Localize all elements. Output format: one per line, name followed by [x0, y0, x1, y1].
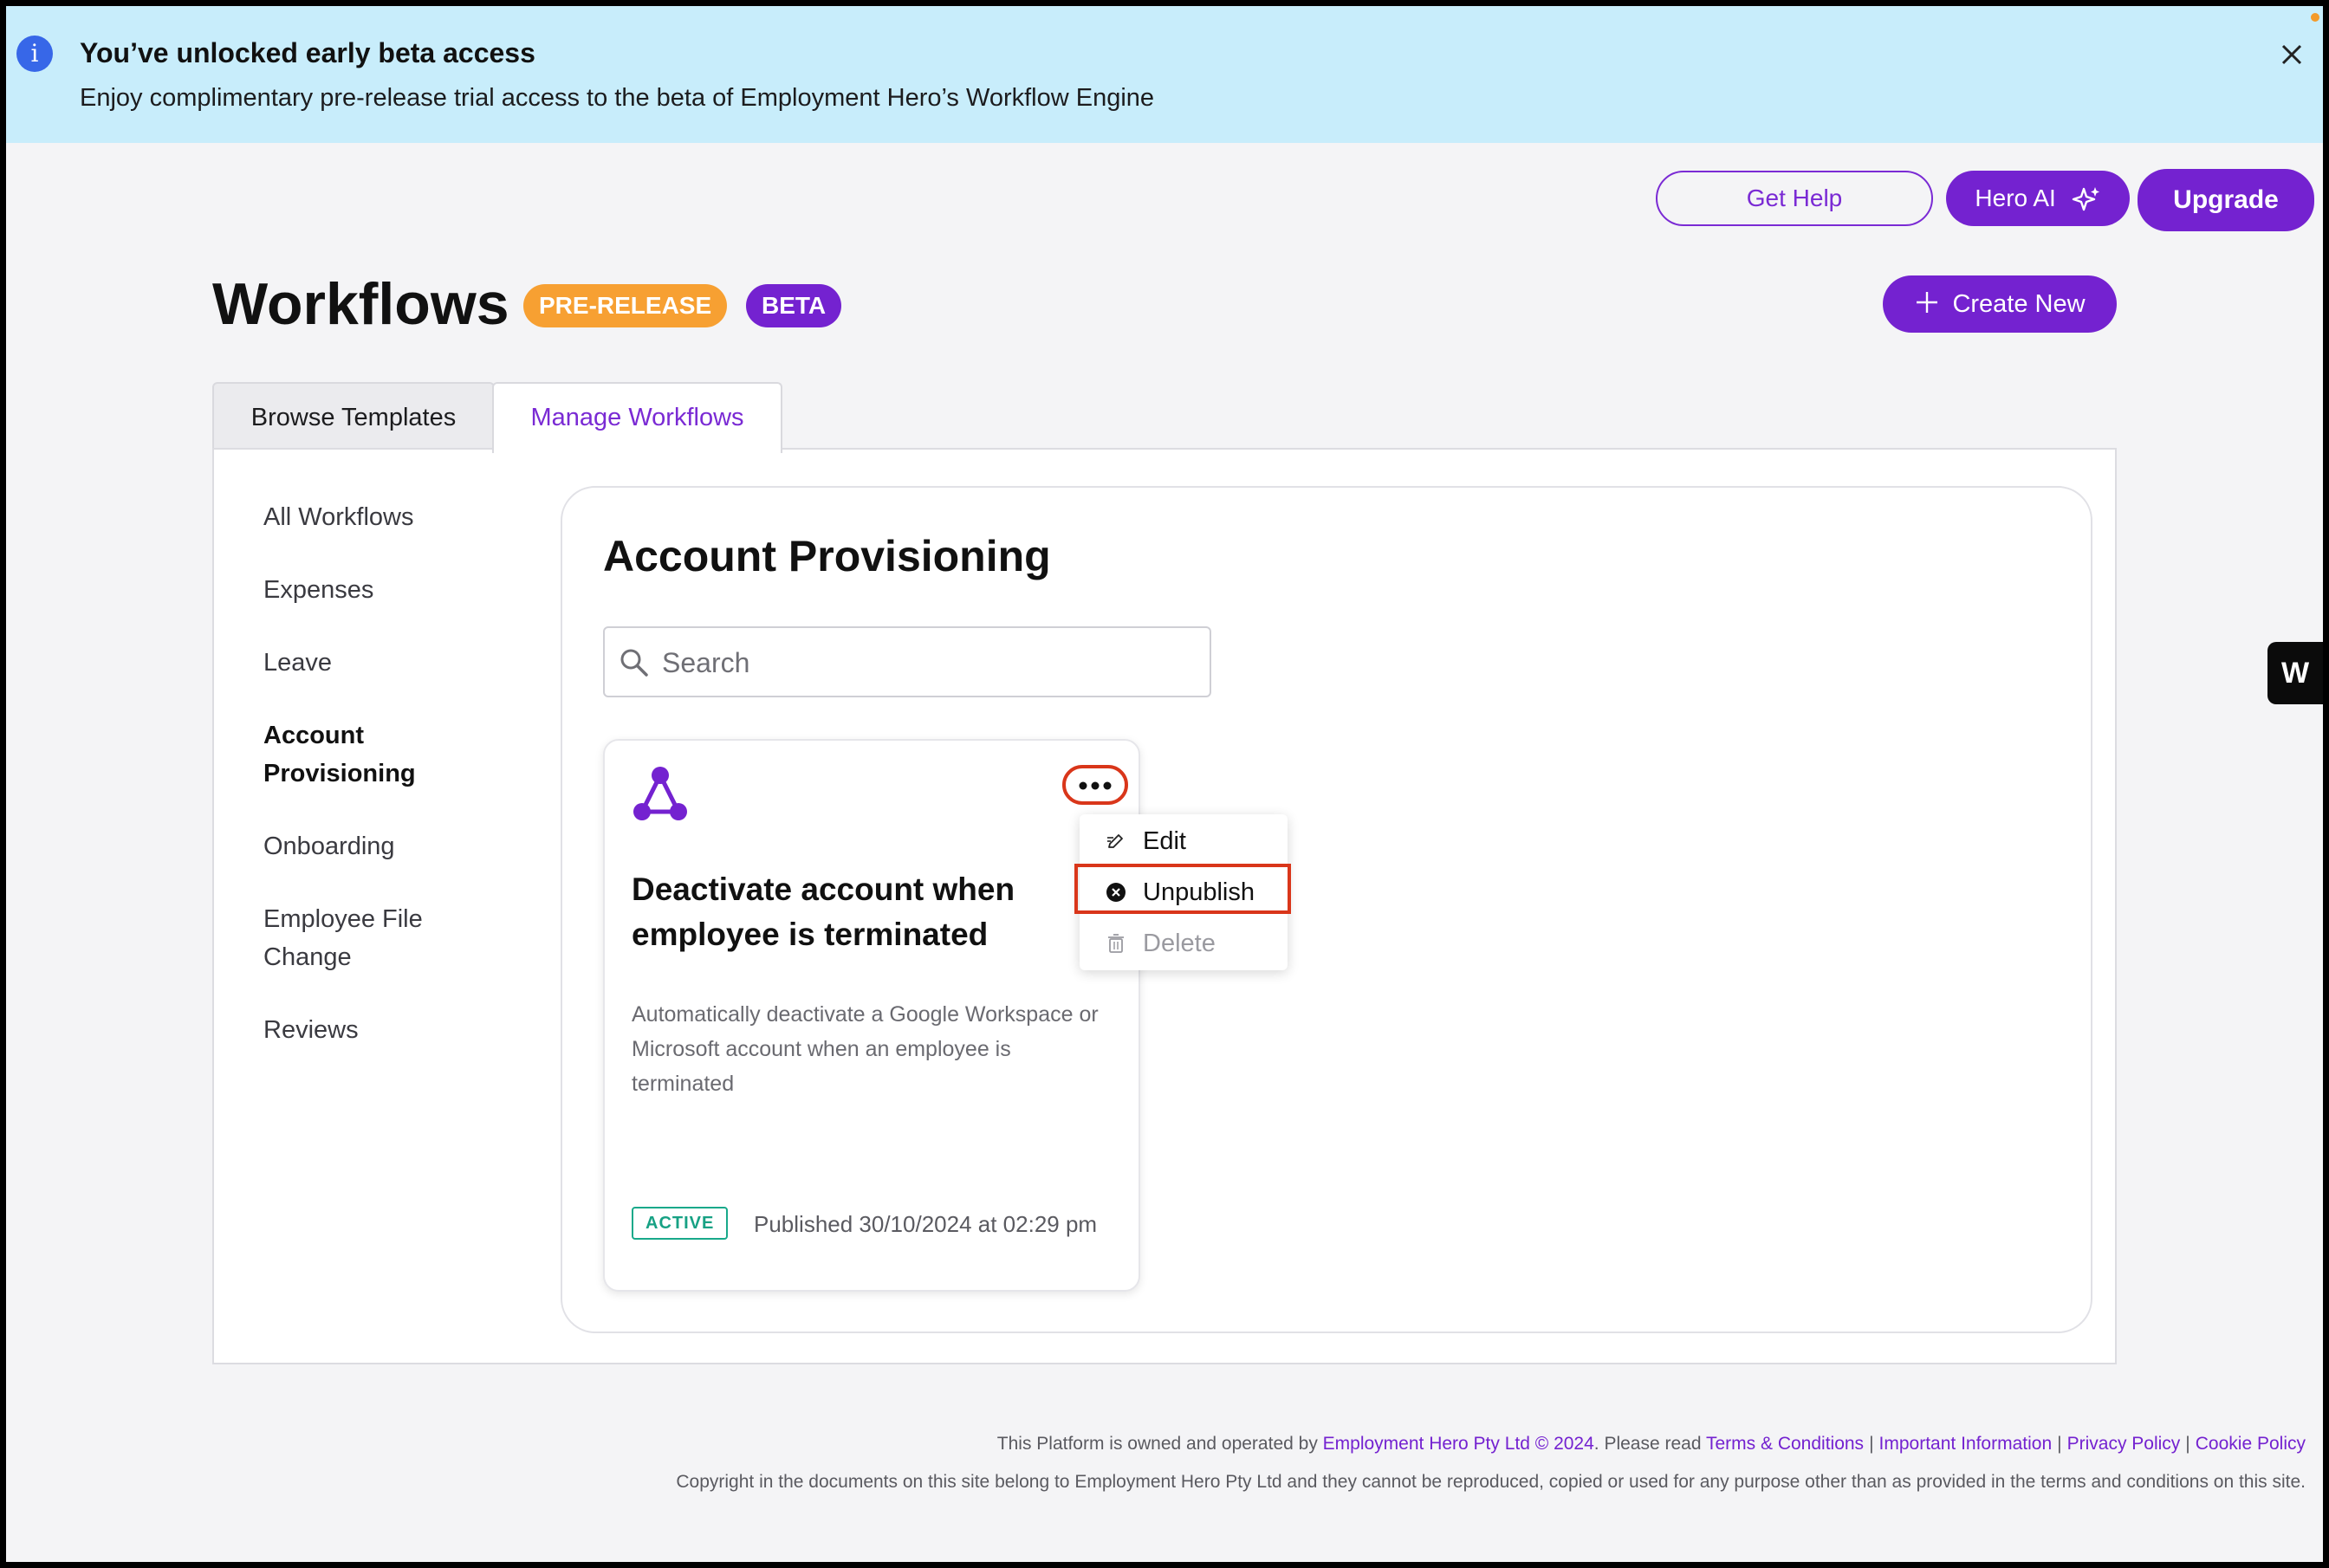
banner-text: Enjoy complimentary pre-release trial ac…	[80, 84, 1155, 112]
important-info-link[interactable]: Important Information	[1879, 1434, 2053, 1454]
menu-item-delete[interactable]: Delete	[1080, 918, 1288, 969]
more-options-button[interactable]	[1062, 765, 1128, 805]
plus-icon	[1917, 292, 1938, 314]
side-widget-button[interactable]: W	[2267, 642, 2323, 704]
card-description: Automatically deactivate a Google Worksp…	[632, 1002, 1099, 1096]
hero-ai-label: Hero AI	[1975, 185, 2056, 211]
get-help-button[interactable]: Get Help	[1656, 171, 1933, 226]
hero-ai-button[interactable]: Hero AI	[1946, 171, 2130, 226]
tab-browse-templates[interactable]: Browse Templates	[212, 382, 495, 450]
footer-mid: . Please read	[1593, 1434, 1706, 1454]
unpublish-label: Unpublish	[1143, 878, 1255, 906]
menu-item-edit[interactable]: Edit	[1080, 816, 1288, 866]
sidebar-item-employee-file-change[interactable]: Employee File Change	[263, 900, 423, 976]
sidebar-item-account-provisioning[interactable]: Account Provisioning	[263, 716, 416, 793]
more-dots-icon	[1079, 781, 1112, 790]
notification-dot	[2311, 13, 2319, 22]
app-window: i You’ve unlocked early beta access Enjo…	[6, 6, 2323, 1562]
search-box[interactable]	[603, 626, 1211, 697]
tab-manage-workflows[interactable]: Manage Workflows	[492, 382, 782, 453]
status-badge: ACTIVE	[632, 1207, 729, 1240]
menu-item-unpublish[interactable]: Unpublish	[1074, 864, 1291, 917]
privacy-link[interactable]: Privacy Policy	[2067, 1434, 2181, 1454]
terms-link[interactable]: Terms & Conditions	[1706, 1434, 1864, 1454]
create-new-button[interactable]: Create New	[1883, 275, 2117, 333]
beta-banner: i You’ve unlocked early beta access Enjo…	[6, 6, 2323, 143]
search-input[interactable]	[660, 640, 1184, 685]
upgrade-button[interactable]: Upgrade	[2138, 169, 2314, 231]
delete-label: Delete	[1143, 930, 1216, 957]
section-title: Account Provisioning	[603, 532, 1051, 580]
info-icon: i	[16, 36, 53, 72]
footer-prefix: This Platform is owned and operated by	[996, 1434, 1323, 1454]
card-title: Deactivate account when employee is term…	[632, 871, 1015, 952]
beta-badge: BETA	[746, 284, 842, 327]
sidebar-item-all-workflows[interactable]: All Workflows	[263, 498, 414, 536]
close-icon[interactable]	[2274, 37, 2309, 72]
cookie-link[interactable]: Cookie Policy	[2196, 1434, 2306, 1454]
workflow-card[interactable]: Deactivate account when employee is term…	[603, 739, 1140, 1292]
create-new-label: Create New	[1952, 290, 2086, 318]
edit-icon	[1107, 834, 1123, 848]
sidebar-item-onboarding[interactable]: Onboarding	[263, 827, 395, 865]
footer-line-1: This Platform is owned and operated by E…	[996, 1434, 2306, 1454]
workflow-network-icon	[633, 767, 687, 820]
card-options-menu: Edit Unpublish Delete	[1074, 814, 1291, 970]
footer-copyright: Copyright in the documents on this site …	[676, 1472, 2306, 1492]
page-title: Workflows	[212, 271, 509, 337]
sidebar-item-expenses[interactable]: Expenses	[263, 571, 373, 609]
sidebar-item-reviews[interactable]: Reviews	[263, 1011, 359, 1049]
banner-title: You’ve unlocked early beta access	[80, 37, 535, 68]
pre-release-badge: PRE-RELEASE	[523, 284, 728, 327]
sidebar-item-leave[interactable]: Leave	[263, 644, 332, 682]
company-link[interactable]: Employment Hero Pty Ltd © 2024	[1323, 1434, 1594, 1454]
edit-label: Edit	[1143, 827, 1186, 855]
search-icon	[620, 649, 648, 677]
unpublish-icon	[1106, 883, 1126, 902]
sparkle-icon	[2072, 186, 2099, 211]
workflow-list-container: Account Provisioning Search Deactivate a…	[561, 486, 2092, 1333]
published-date: Published 30/10/2024 at 02:29 pm	[754, 1211, 1098, 1237]
trash-icon	[1108, 934, 1124, 953]
